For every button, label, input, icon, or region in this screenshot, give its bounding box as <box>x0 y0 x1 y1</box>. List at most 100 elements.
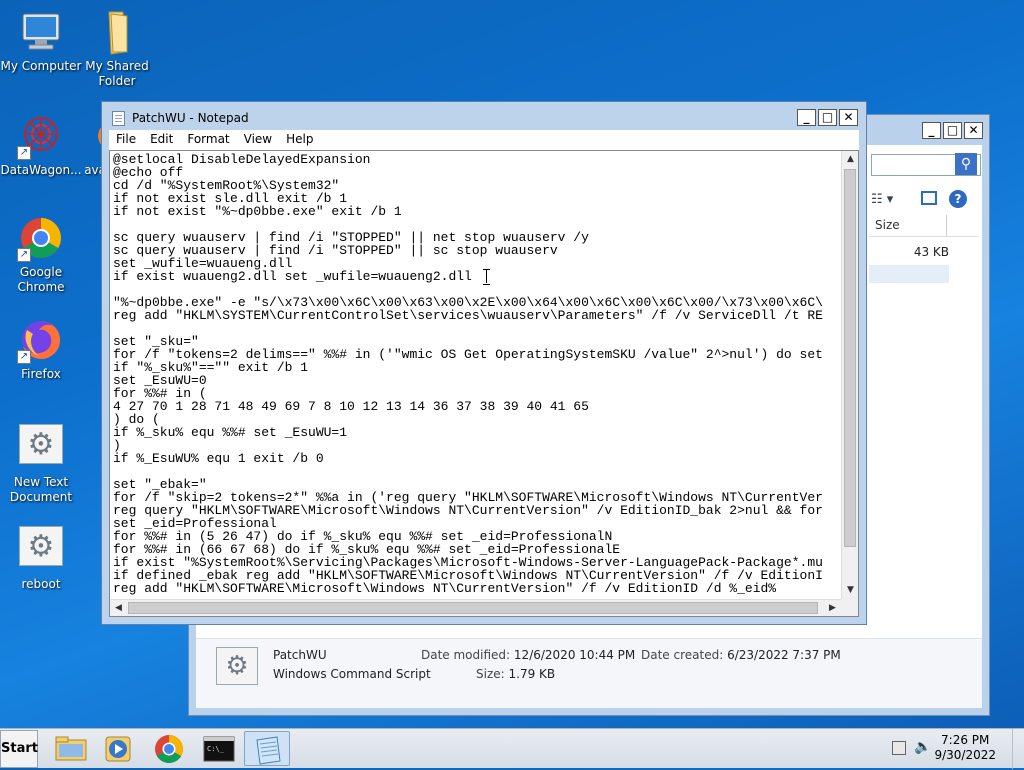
desktop-icon-reboot[interactable]: ⚙ reboot <box>0 526 82 592</box>
command-prompt-icon: C:\_ <box>203 736 235 762</box>
desktop-icon-my-shared-folder[interactable]: My Shared Folder <box>76 8 158 89</box>
folder-icon <box>55 736 87 761</box>
datawagon-icon: ↗ <box>17 112 65 160</box>
window-controls: _ □ ✕ <box>797 109 858 126</box>
taskbar-media-player-button[interactable] <box>96 731 142 766</box>
desktop-icon-new-text-document[interactable]: ⚙ New Text Document <box>0 424 82 505</box>
menu-bar: File Edit Format View Help <box>109 130 859 150</box>
shortcut-arrow-icon: ↗ <box>17 146 31 160</box>
detail-date-created: Date created: 6/23/2022 7:37 PM <box>641 648 841 662</box>
chrome-icon <box>155 735 183 763</box>
text-line <box>113 465 838 478</box>
shortcut-arrow-icon: ↗ <box>17 248 31 262</box>
system-tray: 🔈 7:26 PM 9/30/2022 <box>884 729 1024 769</box>
desktop-icon-label: Firefox <box>21 367 61 381</box>
volume-icon[interactable]: 🔈 <box>914 739 931 755</box>
notepad-icon <box>256 736 281 765</box>
text-line: set _EsuWU=0 <box>113 373 207 388</box>
close-button[interactable]: ✕ <box>964 122 983 139</box>
desktop-icon-ava[interactable]: ava <box>66 112 106 178</box>
minimize-button[interactable]: _ <box>922 122 941 139</box>
window-title: PatchWU - Notepad <box>132 111 249 125</box>
explorer-toolbar: ☷ ▾ ? <box>869 187 979 213</box>
text-line: 4 27 70 1 28 71 48 49 69 7 8 10 12 13 14… <box>113 399 589 414</box>
horizontal-scroll-thumb[interactable] <box>128 602 818 614</box>
text-line: if %_EsuWU% equ 1 exit /b 0 <box>113 451 324 466</box>
menu-view[interactable]: View <box>237 130 279 150</box>
media-player-icon <box>105 736 131 762</box>
menu-edit[interactable]: Edit <box>143 130 180 150</box>
taskbar: Start C:\_ 🔈 7:26 PM 9/30/2022 <box>0 728 1024 769</box>
batch-script-icon: ⚙ <box>216 647 258 685</box>
batch-script-icon: ⚙ <box>17 424 65 472</box>
computer-icon <box>17 8 65 56</box>
notepad-titlebar[interactable]: PatchWU - Notepad _ □ ✕ <box>102 102 866 132</box>
menu-file[interactable]: File <box>109 130 143 150</box>
folder-icon <box>93 8 141 56</box>
taskbar-notepad-button[interactable] <box>244 731 290 766</box>
clock-date: 9/30/2022 <box>934 748 996 762</box>
desktop-icon-label: reboot <box>21 577 61 591</box>
notepad-icon <box>112 111 125 126</box>
text-line <box>113 322 838 335</box>
taskbar-chrome-button[interactable] <box>146 731 192 766</box>
text-line: if %_sku% equ %%# set _EsuWU=1 <box>113 425 348 440</box>
scroll-down-arrow-icon[interactable]: ▼ <box>842 582 858 599</box>
detail-file-type: Windows Command Script <box>273 667 431 681</box>
menu-format[interactable]: Format <box>180 130 236 150</box>
detail-file-name: PatchWU <box>273 648 327 662</box>
vertical-scrollbar[interactable]: ▲ ▼ <box>841 151 858 599</box>
text-line: if exist wuaueng2.dll set _wufile=wuauen… <box>113 269 472 284</box>
menu-help[interactable]: Help <box>279 130 320 150</box>
text-line: if "%_sku%"=="" exit /b 1 <box>113 360 309 375</box>
horizontal-scrollbar[interactable]: ◀ ▶ <box>110 599 841 616</box>
file-size-cell: 43 KB <box>913 245 949 259</box>
taskbar-cmd-button[interactable]: C:\_ <box>196 731 242 766</box>
scroll-left-arrow-icon[interactable]: ◀ <box>110 600 127 616</box>
scroll-right-arrow-icon[interactable]: ▶ <box>824 600 841 616</box>
help-icon[interactable]: ? <box>949 190 967 208</box>
preview-pane-icon[interactable] <box>921 191 937 205</box>
view-options-icon[interactable]: ☷ ▾ <box>871 192 893 207</box>
editor-text[interactable]: @setlocal DisableDelayedExpansion @echo o… <box>113 153 838 596</box>
text-cursor-icon <box>483 269 491 285</box>
details-pane: ⚙ PatchWU Windows Command Script Date mo… <box>196 638 982 708</box>
desktop-icon-label: ava <box>84 163 106 177</box>
batch-script-icon: ⚙ <box>17 526 65 574</box>
search-icon[interactable]: ⚲ <box>955 153 977 175</box>
shortcut-arrow-icon: ↗ <box>17 350 31 364</box>
clock[interactable]: 7:26 PM 9/30/2022 <box>934 733 996 763</box>
close-button[interactable]: ✕ <box>839 109 858 126</box>
column-header-size[interactable]: Size <box>869 215 979 237</box>
start-button[interactable]: Start <box>0 730 38 768</box>
firefox-icon: ↗ <box>17 316 65 364</box>
minimize-button[interactable]: _ <box>797 109 816 126</box>
desktop-icon-label: My Computer <box>0 59 82 73</box>
show-desktop-button[interactable] <box>1012 729 1024 769</box>
desktop-icon-label: My Shared Folder <box>85 59 149 88</box>
text-line: reg add "HKLM\SOFTWARE\Microsoft\Windows… <box>113 581 777 596</box>
maximize-button[interactable]: □ <box>943 122 962 139</box>
desktop-icon-firefox[interactable]: ↗ Firefox <box>0 316 82 382</box>
svg-text:C:\_: C:\_ <box>207 745 225 753</box>
window-controls: _ □ ✕ <box>922 122 983 139</box>
desktop-icon-google-chrome[interactable]: ↗ Google Chrome <box>0 214 82 295</box>
text-line: if not exist "%~dp0bbe.exe" exit /b 1 <box>113 204 402 219</box>
text-line: reg add "HKLM\SYSTEM\CurrentControlSet\s… <box>113 308 823 323</box>
desktop-icon-label: Google Chrome <box>17 265 65 294</box>
maximize-button[interactable]: □ <box>818 109 837 126</box>
clock-time: 7:26 PM <box>941 733 990 747</box>
scroll-up-arrow-icon[interactable]: ▲ <box>842 151 858 168</box>
vertical-scroll-thumb[interactable] <box>844 169 856 547</box>
desktop-icon-my-computer[interactable]: My Computer <box>0 8 82 74</box>
detail-date-modified: Date modified: 12/6/2020 10:44 PM <box>421 648 636 662</box>
taskbar-explorer-button[interactable] <box>48 731 94 766</box>
desktop-icon-label: New Text Document <box>9 475 73 504</box>
network-icon[interactable] <box>892 741 906 755</box>
selected-row[interactable] <box>869 265 949 283</box>
notepad-window[interactable]: PatchWU - Notepad _ □ ✕ File Edit Format… <box>101 101 867 625</box>
detail-size: Size: 1.79 KB <box>476 667 556 681</box>
text-line: @setlocal DisableDelayedExpansion <box>113 153 371 167</box>
chrome-icon: ↗ <box>17 214 65 262</box>
text-editor[interactable]: @setlocal DisableDelayedExpansion @echo o… <box>109 150 859 617</box>
